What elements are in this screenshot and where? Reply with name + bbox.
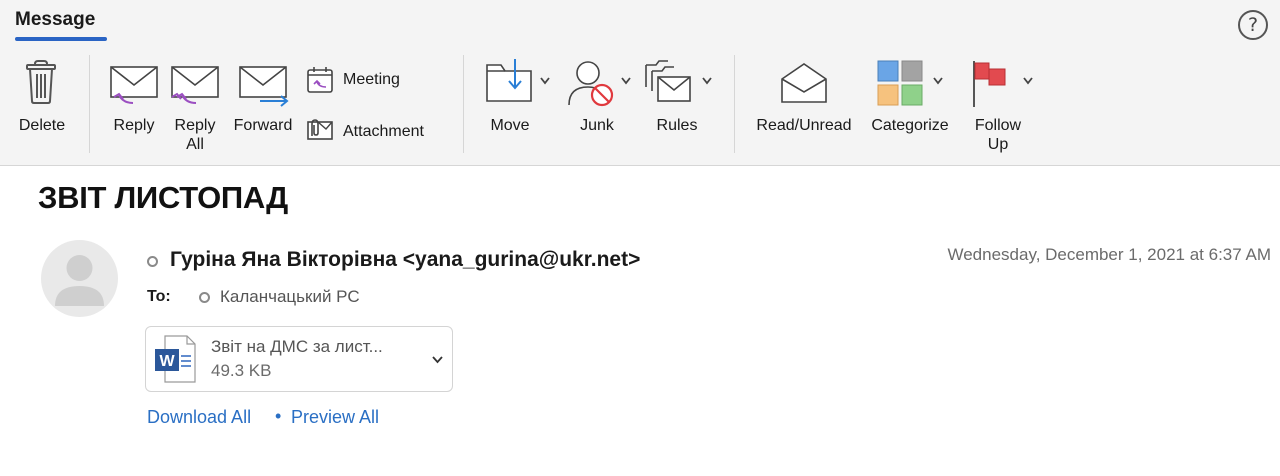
attachment-chevron-down-icon[interactable]	[432, 356, 443, 364]
flag-icon	[973, 61, 1006, 107]
follow-up-label-line2: Up	[987, 136, 1009, 153]
move-label: Move	[490, 117, 530, 134]
calendar-reply-icon	[307, 67, 333, 93]
to-label: To:	[147, 288, 171, 305]
forward-label: Forward	[233, 117, 293, 134]
reply-all-icon	[171, 66, 219, 104]
reply-button[interactable]: Reply	[105, 55, 163, 145]
reply-icon	[110, 66, 158, 104]
word-document-icon: W	[155, 335, 196, 383]
open-envelope-icon	[781, 63, 827, 103]
follow-up-chevron-down-icon[interactable]	[1023, 77, 1033, 85]
rules-chevron-down-icon[interactable]	[702, 77, 712, 85]
attachment-label: Attachment	[343, 123, 424, 140]
reply-all-label-line2: All	[186, 136, 204, 153]
categorize-button[interactable]: Categorize	[864, 55, 960, 145]
person-placeholder-icon	[55, 255, 104, 306]
meeting-button[interactable]: Meeting	[306, 66, 416, 96]
categorize-label: Categorize	[871, 117, 949, 134]
message-subject: ЗВІТ ЛИСТОПАД	[38, 180, 288, 215]
paperclip-envelope-icon	[307, 119, 333, 140]
rules-button[interactable]: Rules	[644, 55, 716, 145]
meeting-label: Meeting	[343, 71, 400, 88]
rules-envelope-icon	[645, 60, 691, 102]
forward-icon	[239, 66, 289, 107]
delete-button[interactable]: Delete	[10, 55, 74, 145]
preview-all-link[interactable]: Preview All	[291, 407, 379, 428]
ribbon-toolbar: Message ? Delete Reply Reply All Forward…	[0, 0, 1280, 166]
read-unread-label: Read/Unread	[756, 117, 852, 134]
follow-up-label-line1: Follow	[974, 117, 1022, 134]
download-all-link[interactable]: Download All	[147, 407, 251, 428]
delete-label: Delete	[18, 117, 66, 134]
sender-avatar	[41, 240, 118, 317]
svg-text:W: W	[159, 353, 175, 370]
links-separator: •	[275, 406, 282, 426]
move-chevron-down-icon[interactable]	[540, 77, 550, 85]
attachment-card[interactable]: W Звіт на ДМС за лист... 49.3 KB	[145, 326, 453, 392]
sender-name[interactable]: Гуріна Яна Вікторівна <yana_gurina@ukr.n…	[170, 248, 640, 272]
toolbar-separator	[463, 55, 464, 153]
follow-up-button[interactable]: Follow Up	[966, 55, 1038, 155]
tab-message[interactable]: Message	[15, 9, 95, 31]
rules-label: Rules	[656, 117, 698, 134]
junk-label: Junk	[580, 117, 614, 134]
reply-label: Reply	[113, 117, 155, 134]
toolbar-separator	[734, 55, 735, 153]
trash-icon	[26, 60, 56, 104]
message-date: Wednesday, December 1, 2021 at 6:37 AM	[947, 245, 1271, 264]
folder-move-icon	[486, 59, 532, 102]
categorize-chevron-down-icon[interactable]	[933, 77, 943, 85]
reply-all-button[interactable]: Reply All	[166, 55, 224, 155]
junk-button[interactable]: Junk	[566, 55, 636, 145]
help-button[interactable]: ?	[1238, 10, 1268, 40]
category-grid-icon	[877, 60, 923, 106]
sender-presence-icon	[147, 256, 158, 267]
junk-chevron-down-icon[interactable]	[621, 77, 631, 85]
forward-button[interactable]: Forward	[228, 55, 298, 145]
move-button[interactable]: Move	[483, 55, 555, 145]
recipient-name[interactable]: Каланчацький РС	[220, 287, 360, 307]
reply-all-label-line1: Reply	[174, 117, 216, 134]
attachment-name: Звіт на ДМС за лист...	[211, 337, 383, 356]
read-unread-button[interactable]: Read/Unread	[750, 55, 858, 145]
attachment-button[interactable]: Attachment	[306, 116, 446, 146]
tab-active-indicator	[15, 37, 107, 41]
recipient-presence-icon	[199, 292, 210, 303]
toolbar-separator	[89, 55, 90, 153]
person-block-icon	[568, 61, 614, 107]
attachment-size: 49.3 KB	[211, 361, 272, 380]
